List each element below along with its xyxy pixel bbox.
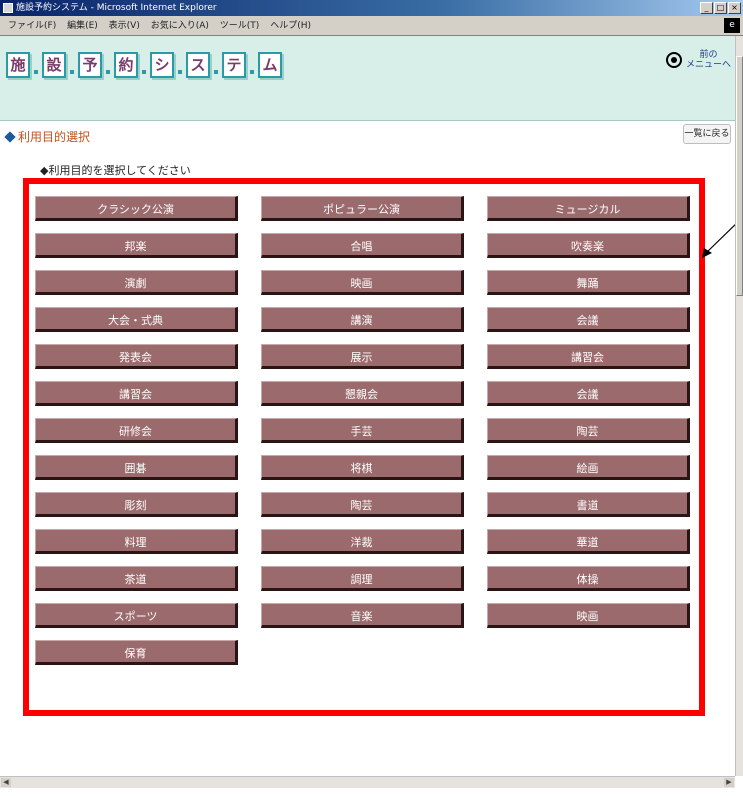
back-to-menu-label: 前の メニューへ <box>685 50 731 70</box>
page-title: 利用目的選択 <box>4 128 91 145</box>
menu-edit[interactable]: 編集(E) <box>67 16 98 36</box>
purpose-button[interactable]: スポーツ <box>35 603 238 628</box>
purpose-button[interactable]: 大会・式典 <box>35 307 238 332</box>
purpose-button[interactable]: 保育 <box>35 640 238 665</box>
purpose-button[interactable]: 音楽 <box>261 603 464 628</box>
purpose-button[interactable]: クラシック公演 <box>35 196 238 221</box>
horizontal-scrollbar[interactable]: ◀ ▶ <box>0 776 735 788</box>
bullet-icon <box>4 130 16 143</box>
purpose-button[interactable]: 彫刻 <box>35 492 238 517</box>
window-controls: _ □ × <box>700 2 741 14</box>
instruction-text: ◆利用目的を選択してください <box>40 164 191 177</box>
header-band: 施 設 予 約 シ ス テ ム 前の メニューへ <box>0 36 735 121</box>
purpose-button[interactable]: 会議 <box>487 381 690 406</box>
purpose-button[interactable]: 料理 <box>35 529 238 554</box>
purpose-button[interactable]: 展示 <box>261 344 464 369</box>
window-title-bar: 施設予約システム - Microsoft Internet Explorer _… <box>0 0 743 16</box>
vertical-scroll-thumb[interactable] <box>736 56 743 296</box>
back-button[interactable]: 一覧に戻る <box>683 124 731 144</box>
purpose-button[interactable]: 講習会 <box>35 381 238 406</box>
purpose-button[interactable]: 映画 <box>487 603 690 628</box>
purpose-button[interactable]: 華道 <box>487 529 690 554</box>
purpose-button[interactable]: 調理 <box>261 566 464 591</box>
purpose-button[interactable]: ミュージカル <box>487 196 690 221</box>
banner-dot <box>70 70 74 74</box>
menu-file[interactable]: ファイル(F) <box>8 16 56 36</box>
back-to-menu-link[interactable]: 前の メニューへ <box>665 50 731 70</box>
purpose-button[interactable]: 邦楽 <box>35 233 238 258</box>
system-banner: 施 設 予 約 シ ス テ ム <box>6 52 282 78</box>
banner-dot <box>250 70 254 74</box>
banner-char: 予 <box>78 52 102 78</box>
ie-icon <box>3 3 13 13</box>
purpose-button[interactable]: 会議 <box>487 307 690 332</box>
menu-help[interactable]: ヘルプ(H) <box>270 16 311 36</box>
purpose-button-grid: クラシック公演 ポピュラー公演 ミュージカル 邦楽 合唱 吹奏楽 演劇 映画 舞踊 大会・式典 講演… <box>35 196 690 665</box>
scroll-right-icon[interactable]: ▶ <box>724 778 734 787</box>
banner-char: ム <box>258 52 282 78</box>
banner-char: 設 <box>42 52 66 78</box>
banner-dot <box>178 70 182 74</box>
purpose-button[interactable]: 陶芸 <box>487 418 690 443</box>
banner-char: ス <box>186 52 210 78</box>
purpose-button[interactable]: 演劇 <box>35 270 238 295</box>
menu-bar: ファイル(F) 編集(E) 表示(V) お気に入り(A) ツール(T) ヘルプ(… <box>0 16 743 36</box>
purpose-button[interactable]: 吹奏楽 <box>487 233 690 258</box>
banner-char: 施 <box>6 52 30 78</box>
purpose-button[interactable]: 舞踊 <box>487 270 690 295</box>
purpose-button[interactable]: 合唱 <box>261 233 464 258</box>
banner-char: シ <box>150 52 174 78</box>
banner-dot <box>106 70 110 74</box>
purpose-button[interactable]: 懇親会 <box>261 381 464 406</box>
purpose-button[interactable]: 将棋 <box>261 455 464 480</box>
banner-dot <box>214 70 218 74</box>
window-title: 施設予約システム - Microsoft Internet Explorer <box>16 3 217 13</box>
purpose-button[interactable]: 研修会 <box>35 418 238 443</box>
purpose-button[interactable]: 書道 <box>487 492 690 517</box>
purpose-button[interactable]: ポピュラー公演 <box>261 196 464 221</box>
menu-tools[interactable]: ツール(T) <box>220 16 260 36</box>
banner-dot <box>142 70 146 74</box>
purpose-button[interactable]: 体操 <box>487 566 690 591</box>
purpose-button[interactable]: 講習会 <box>487 344 690 369</box>
purpose-button[interactable]: 手芸 <box>261 418 464 443</box>
minimize-button[interactable]: _ <box>700 2 713 14</box>
purpose-button[interactable]: 発表会 <box>35 344 238 369</box>
purpose-button[interactable]: 講演 <box>261 307 464 332</box>
vertical-scrollbar[interactable] <box>735 36 743 776</box>
close-button[interactable]: × <box>728 2 741 14</box>
page-title-text: 利用目的選択 <box>18 130 91 144</box>
banner-dot <box>34 70 38 74</box>
circle-dot-icon <box>665 52 682 68</box>
purpose-button[interactable]: 絵画 <box>487 455 690 480</box>
purpose-button[interactable]: 囲碁 <box>35 455 238 480</box>
purpose-button[interactable]: 陶芸 <box>261 492 464 517</box>
purpose-button[interactable]: 洋裁 <box>261 529 464 554</box>
banner-char: テ <box>222 52 246 78</box>
banner-char: 約 <box>114 52 138 78</box>
purpose-button[interactable]: 茶道 <box>35 566 238 591</box>
menu-favorites[interactable]: お気に入り(A) <box>151 16 209 36</box>
menu-view[interactable]: 表示(V) <box>109 16 140 36</box>
scroll-left-icon[interactable]: ◀ <box>1 778 11 787</box>
ie-logo-icon: e <box>724 18 740 33</box>
purpose-button[interactable]: 映画 <box>261 270 464 295</box>
maximize-button[interactable]: □ <box>714 2 727 14</box>
